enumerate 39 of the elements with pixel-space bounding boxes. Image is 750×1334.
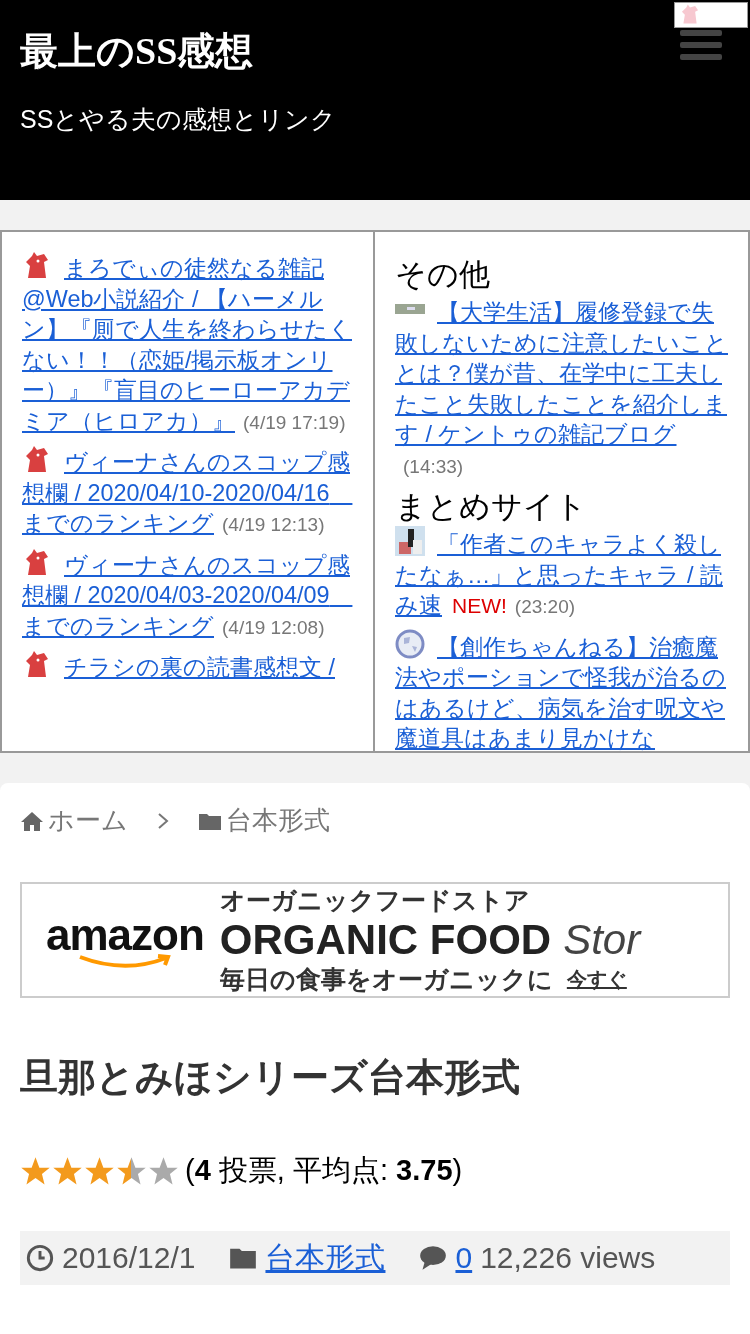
clock-icon <box>26 1244 54 1272</box>
ad-logo: amazon <box>46 910 204 960</box>
ad-headline: Stor <box>563 917 641 963</box>
ad-banner[interactable]: amazon オーガニックフードストア ORGANIC FOOD Stor 毎日の食事をオーガニックに 今すぐ <box>20 882 730 998</box>
rating-summary: (4 投票, 平均点: 3.75) <box>185 1153 463 1188</box>
article-title: 旦那とみほシリーズ台本形式 <box>20 1055 521 1100</box>
mini-banner[interactable] <box>674 2 748 28</box>
section-heading: まとめサイト <box>395 488 588 526</box>
feed-link[interactable]: ヴィーナさんのスコップ感想欄 / 2020/04/10-2020/04/16 までのランキング (4/19 12:13) <box>22 444 353 541</box>
globe-icon <box>395 628 425 659</box>
menu-icon[interactable] <box>680 30 722 60</box>
star-icon <box>52 1155 83 1187</box>
breadcrumb-link[interactable]: 台本形式 <box>198 803 330 838</box>
breadcrumb-link[interactable]: ホーム <box>20 803 128 838</box>
chevron-icon <box>156 810 170 831</box>
star-icon <box>148 1155 179 1187</box>
category-link[interactable]: 台本形式 <box>265 1237 386 1279</box>
ad-text: オーガニックフードストア <box>219 885 531 916</box>
comment-count[interactable]: 0 <box>455 1241 473 1275</box>
star-icon <box>84 1155 115 1187</box>
section-heading: その他 <box>395 256 491 294</box>
feed-link[interactable]: 「作者このキャラよく殺したなぁ…」と思ったキャラ / 読み速 NEW! (23:20) <box>395 526 728 623</box>
site-subtitle: SSとやる夫の感想とリンク <box>20 104 338 135</box>
thumbnail-icon <box>395 526 425 556</box>
star-icon <box>116 1155 147 1187</box>
feed-link[interactable]: 【大学生活】履修登録で失敗しないために注意したいこととは？僕が昔、在学中に工夫したこと失敗したことを紹介します / ケントゥの雑記ブログ (14:33) <box>395 294 728 482</box>
view-count: 12,226 views <box>480 1241 656 1275</box>
feed-link[interactable]: チラシの裏の読書感想文 / <box>22 649 353 683</box>
feed-link[interactable]: まろでぃの徒然なる雑記@Web小説紹介 / 【ハーメルン】『厠で人生を終わらせたくない！！（恋姫/掲示板オンリー）』『盲目のヒーローアカデミア（ヒロアカ）』 (4/19 17:19) <box>22 250 353 438</box>
star-rating[interactable] <box>20 1155 179 1187</box>
feed-link[interactable]: 【創作ちゃんねる】治癒魔法やポーションで怪我が治るのはあるけど、病気を治す呪文や魔道具はあまり見かけな <box>395 628 728 751</box>
star-icon <box>20 1155 51 1187</box>
site-title[interactable]: 最上のSS感想 <box>20 26 730 77</box>
ad-text: 毎日の食事をオーガニックに <box>219 964 553 995</box>
post-date: 2016/12/1 <box>62 1241 196 1275</box>
comment-icon <box>419 1244 448 1272</box>
ad-link[interactable]: 今すぐ <box>566 966 627 993</box>
ad-headline: ORGANIC FOOD <box>219 917 552 963</box>
feed-link[interactable]: ヴィーナさんのスコップ感想欄 / 2020/04/03-2020/04/09 までのランキング (4/19 12:08) <box>22 546 353 643</box>
